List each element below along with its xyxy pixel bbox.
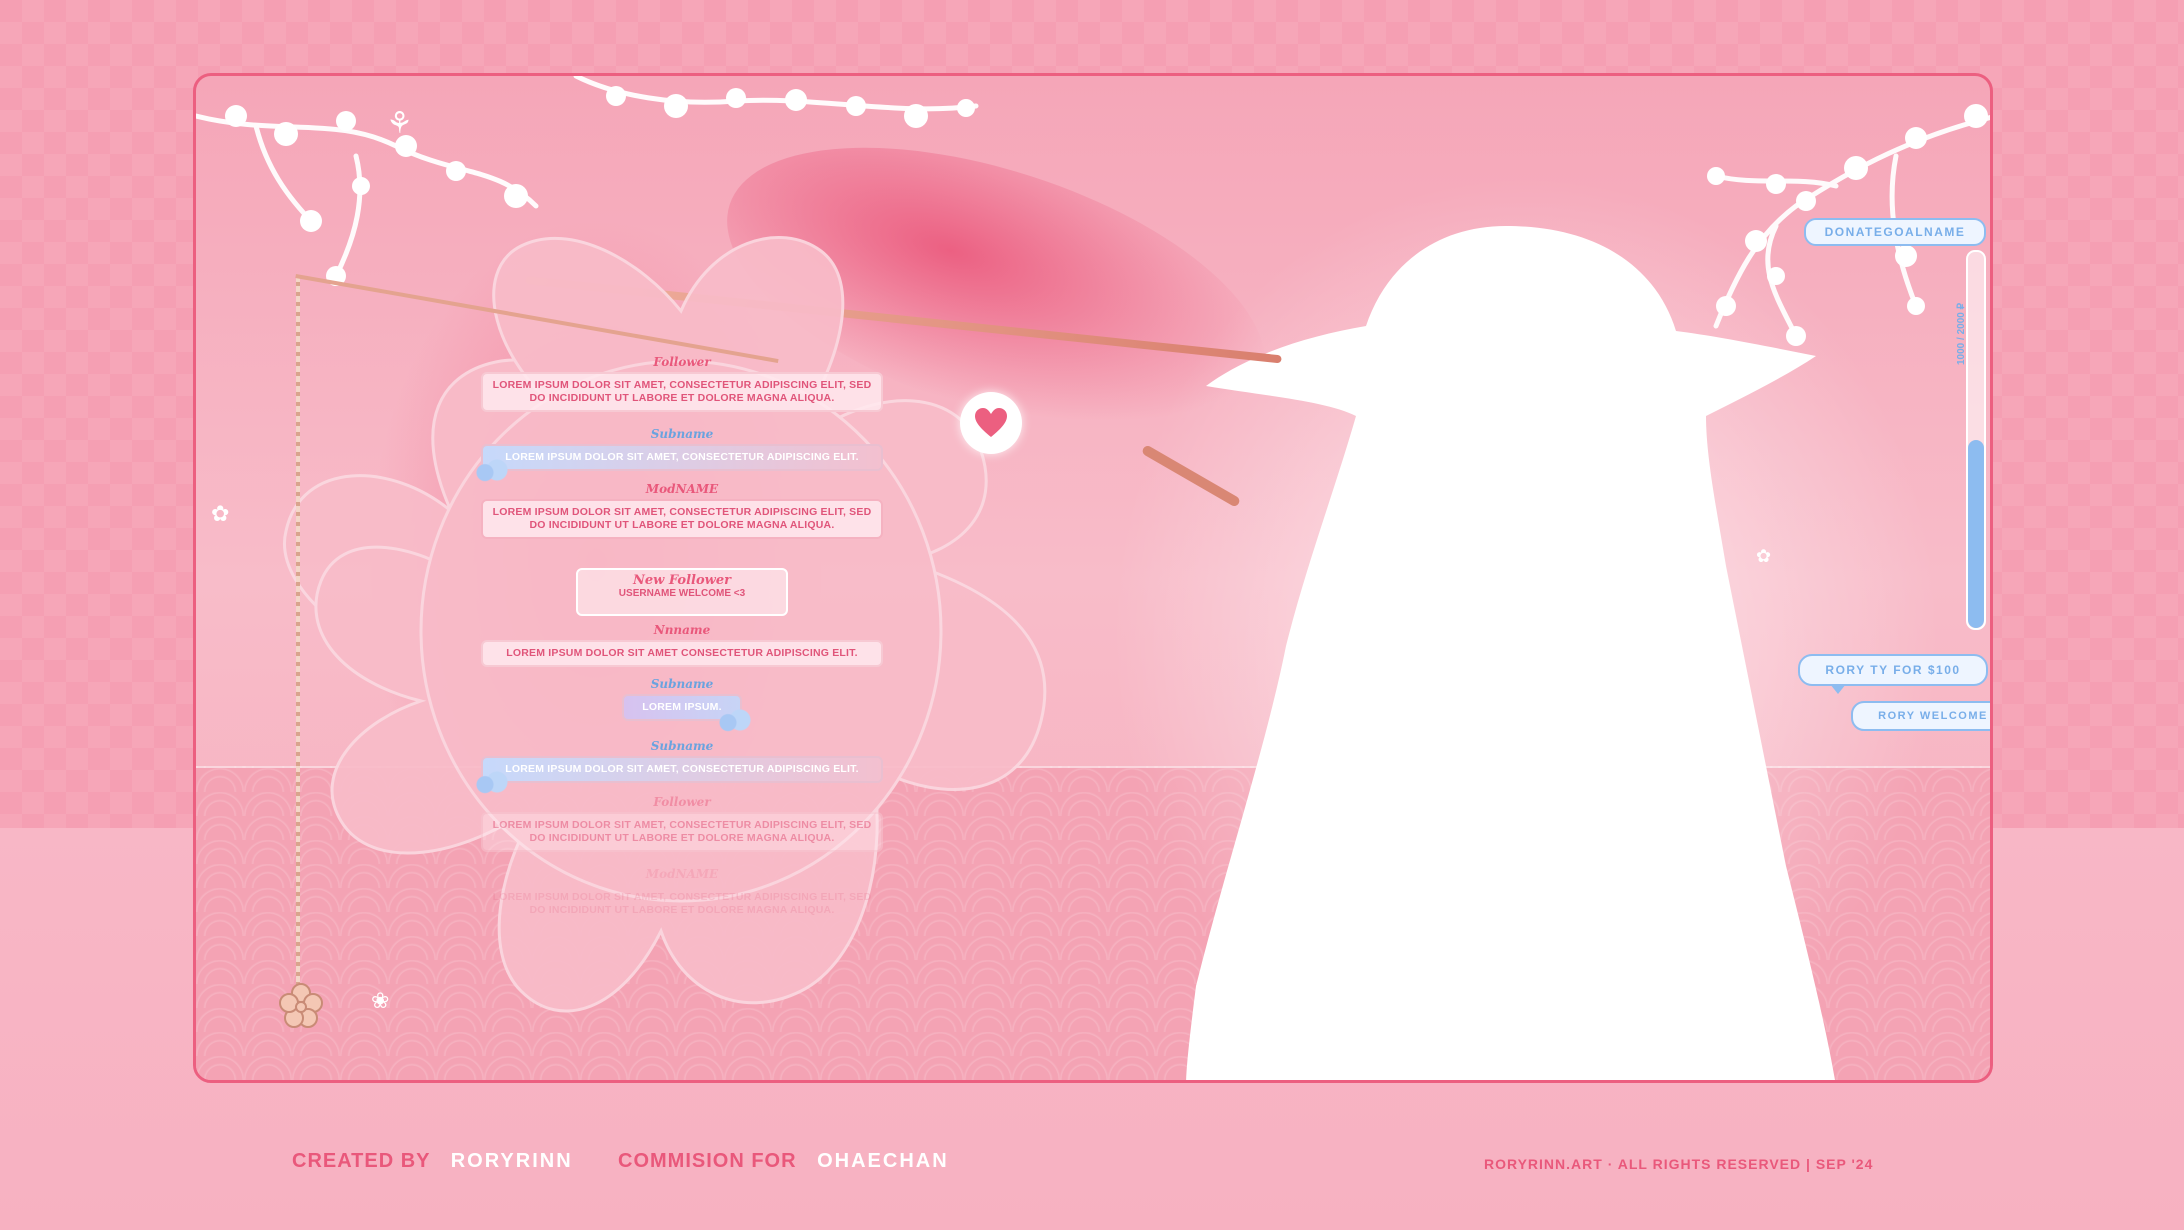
chat-username: Follower bbox=[653, 355, 711, 369]
chat-text: LOREM IPSUM. bbox=[622, 694, 756, 733]
chat-text: Lorem ipsum dolor sit amet consectetur a… bbox=[481, 640, 883, 667]
cloud-icon bbox=[716, 707, 756, 733]
chat-text: Lorem ipsum dolor sit amet, consectetur … bbox=[481, 499, 883, 539]
chat-message: ModNAME Lorem ipsum dolor sit amet, cons… bbox=[481, 866, 883, 924]
chat-username: ModNAME bbox=[645, 867, 719, 881]
commission-label: COMMISION FOR bbox=[618, 1150, 797, 1172]
chat-message: Follower Lorem ipsum dolor sit amet, con… bbox=[481, 354, 883, 412]
chat-message: Subname LOREM IPSUM. bbox=[622, 676, 756, 733]
heart-icon bbox=[975, 408, 1007, 437]
cloud-icon bbox=[473, 457, 513, 483]
chat-username: Subname bbox=[650, 427, 714, 441]
footer-credit: CREATED BY RORYRINN bbox=[292, 1150, 573, 1173]
chat-text: Lorem ipsum dolor sit amet, consectetur … bbox=[473, 756, 883, 795]
chat-username: Subname bbox=[650, 677, 714, 691]
chat-text: Lorem ipsum dolor sit amet, consectetur … bbox=[492, 891, 872, 916]
donation-goal-name: DONATEGOALNAME bbox=[1804, 218, 1986, 246]
chat-text-content: Lorem ipsum dolor sit amet, consectetur … bbox=[505, 451, 859, 463]
commission-value: OHAECHAN bbox=[817, 1150, 949, 1172]
chat-message: ModNAME Lorem ipsum dolor sit amet, cons… bbox=[481, 481, 883, 539]
chat-text-content: Lorem ipsum dolor sit amet, consectetur … bbox=[505, 763, 859, 775]
character-silhouette bbox=[1186, 226, 1835, 1080]
chat-text: Lorem ipsum dolor sit amet, consectetur … bbox=[481, 812, 883, 852]
chat-text-content: LOREM IPSUM. bbox=[642, 701, 722, 713]
created-by-label: CREATED BY bbox=[292, 1150, 431, 1172]
sparkle-icon: ✿ bbox=[1756, 546, 1772, 566]
footer-rights: RORYRINN.ART · ALL RIGHTS RESERVED | SEP… bbox=[1484, 1156, 1874, 1172]
chat-username: Subname bbox=[650, 739, 714, 753]
new-follower-alert: New Follower USERNAME WELCOME <3 bbox=[576, 568, 788, 616]
created-by-value: RORYRINN bbox=[450, 1150, 573, 1172]
heart-bubble bbox=[960, 392, 1022, 454]
new-follower-text: USERNAME WELCOME <3 bbox=[618, 588, 746, 599]
chat-text: Lorem ipsum dolor sit amet, consectetur … bbox=[481, 372, 883, 412]
chat-text: Lorem ipsum dolor sit amet, consectetur … bbox=[473, 444, 883, 483]
chat-message: Follower Lorem ipsum dolor sit amet, con… bbox=[481, 794, 883, 852]
chat-message: Nnname Lorem ipsum dolor sit amet consec… bbox=[481, 622, 883, 667]
donation-alert: RORY TY FOR $100 bbox=[1798, 654, 1988, 694]
cherry-blossom-icon bbox=[279, 983, 323, 1028]
beaded-chain bbox=[296, 276, 300, 1016]
chat-username: Follower bbox=[653, 795, 711, 809]
welcome-alert: RORY WELCOME bbox=[1851, 701, 1990, 731]
overlay-frame: Follower Lorem ipsum dolor sit amet, con… bbox=[193, 73, 1993, 1083]
butterfly-icon: ⚘ bbox=[386, 107, 413, 140]
footer-commission: COMMISION FOR OHAECHAN bbox=[618, 1150, 949, 1173]
donation-goal-fill bbox=[1968, 440, 1984, 628]
cloud-icon bbox=[473, 769, 513, 795]
chat-message: Subname Lorem ipsum dolor sit amet, cons… bbox=[473, 738, 883, 795]
petal-icon: ❀ bbox=[371, 988, 390, 1013]
sparkle-icon: ✿ bbox=[211, 501, 230, 526]
chat-username: Nnname bbox=[653, 623, 711, 637]
chat-message: Subname Lorem ipsum dolor sit amet, cons… bbox=[473, 426, 883, 483]
new-follower-title: New Follower bbox=[633, 573, 731, 588]
donation-goal-bar bbox=[1966, 250, 1986, 630]
chat-username: ModNAME bbox=[645, 482, 719, 496]
